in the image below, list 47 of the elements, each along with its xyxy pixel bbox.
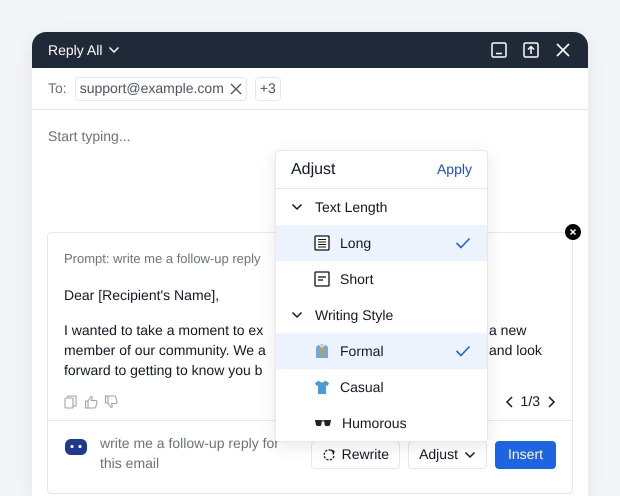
body-text-line: and look [489, 340, 542, 360]
body-text-line: a new [489, 320, 526, 340]
menu-item[interactable]: Short [276, 261, 487, 297]
menu-item[interactable]: Humorous [276, 405, 487, 441]
adjust-button[interactable]: Adjust [408, 440, 487, 468]
chevron-down-icon [108, 46, 120, 54]
document-lines-icon [314, 235, 330, 251]
recipient-chip[interactable]: support@example.com [74, 76, 247, 100]
insert-button[interactable]: Insert [494, 440, 556, 468]
section-header[interactable]: Text Length [276, 189, 487, 225]
menu-item[interactable]: Formal [276, 333, 487, 369]
section-header[interactable]: Writing Style [276, 297, 487, 333]
apply-link[interactable]: Apply [436, 159, 472, 180]
body-text-line: forward to getting to know you b [64, 362, 262, 378]
sunglasses-icon [314, 418, 332, 428]
document-icon [314, 271, 330, 287]
chevron-down-icon [291, 311, 303, 319]
menu-item[interactable]: Long [276, 225, 487, 261]
next-icon[interactable] [546, 396, 556, 408]
menu-title: Adjust [291, 160, 336, 180]
remove-icon[interactable] [230, 82, 242, 94]
more-recipients-chip[interactable]: +3 [254, 76, 281, 100]
t-shirt-icon [314, 379, 330, 395]
previous-icon[interactable] [504, 396, 515, 408]
robot-icon [64, 436, 88, 456]
refresh-icon [322, 448, 336, 462]
thumbs-down-icon[interactable] [104, 394, 118, 408]
page-counter: 1/3 [520, 392, 540, 411]
checkmark-icon [455, 345, 471, 357]
checkmark-icon [455, 237, 471, 249]
thumbs-up-icon[interactable] [84, 394, 98, 408]
pop-out-icon[interactable] [522, 41, 540, 59]
greeting-text: Dear [Recipient's Name], [64, 286, 220, 305]
body-text-line: member of our community. We a [64, 342, 266, 358]
menu-item[interactable]: Casual [276, 369, 487, 405]
shirt-tie-icon [314, 343, 330, 359]
rewrite-button[interactable]: Rewrite [310, 440, 400, 468]
close-icon[interactable] [565, 224, 581, 240]
prompt-text: Prompt: write me a follow-up reply [64, 250, 262, 268]
minimize-icon[interactable] [490, 41, 508, 59]
to-label: To: [48, 79, 67, 98]
message-body-field[interactable]: Start typing... [48, 126, 248, 146]
body-text-line: I wanted to take a moment to ex [64, 322, 264, 338]
chevron-down-icon [291, 203, 303, 211]
close-icon[interactable] [554, 41, 572, 59]
chevron-down-icon [464, 450, 476, 458]
reply-mode-dropdown[interactable]: Reply All [48, 40, 120, 60]
